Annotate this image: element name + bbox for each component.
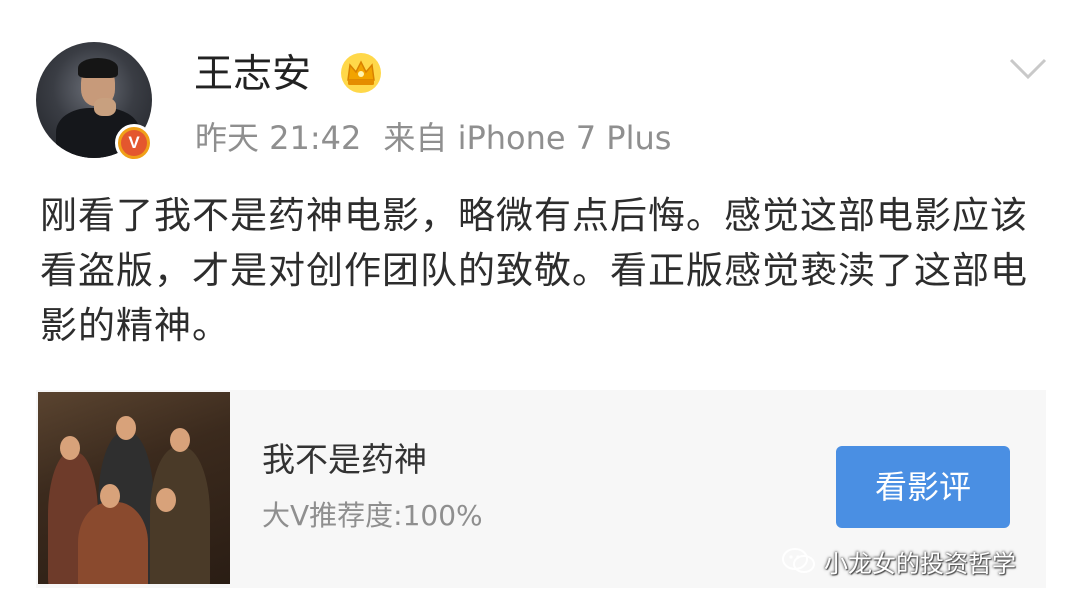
post-meta: 昨天 21:42 来自 iPhone 7 Plus: [195, 116, 671, 160]
author-name[interactable]: 王志安: [194, 50, 311, 100]
post-text: 刚看了我不是药神电影，略微有点后悔。感觉这部电影应该看盗版，才是对创作团队的致敬…: [40, 194, 1028, 347]
verified-letter: V: [121, 130, 147, 156]
avatar-hair: [78, 58, 118, 78]
post-source[interactable]: 来自 iPhone 7 Plus: [383, 119, 671, 157]
recommend-rate: 大V推荐度:100%: [262, 499, 483, 532]
avatar-hand: [94, 98, 116, 116]
watermark-text: 小龙女的投资哲学: [824, 549, 1016, 578]
movie-title: 我不是药神: [262, 440, 427, 479]
movie-poster[interactable]: [38, 392, 230, 584]
chevron-down-icon[interactable]: [1008, 56, 1048, 82]
post-time: 昨天 21:42: [195, 119, 362, 157]
verified-v-icon: V: [115, 124, 153, 162]
view-reviews-button[interactable]: 看影评: [836, 446, 1010, 528]
crown-icon[interactable]: [340, 52, 382, 94]
watermark: 小龙女的投资哲学: [782, 541, 1016, 581]
wechat-icon: [782, 548, 815, 573]
